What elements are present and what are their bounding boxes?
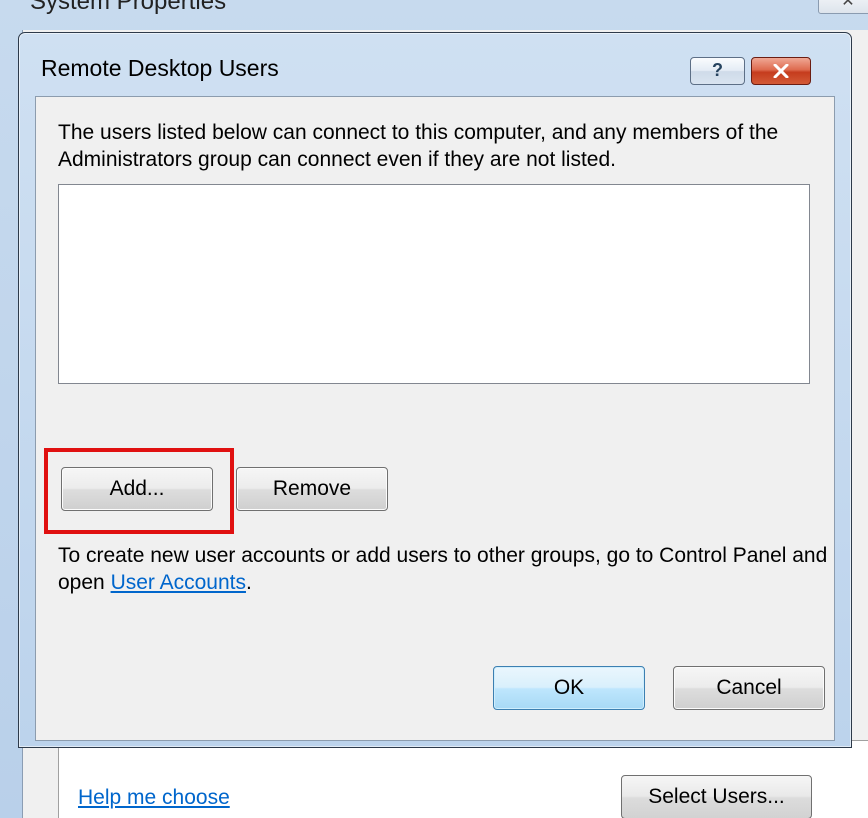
system-properties-close-button[interactable]: ✕ (818, 0, 868, 14)
select-users-button[interactable]: Select Users... (621, 775, 812, 818)
help-me-choose-link[interactable]: Help me choose (78, 786, 230, 810)
user-accounts-info: To create new user accounts or add users… (58, 542, 828, 596)
help-icon: ? (712, 60, 723, 80)
dialog-client-area: The users listed below can connect to th… (35, 96, 835, 741)
user-accounts-link[interactable]: User Accounts (111, 571, 246, 594)
dialog-title: Remote Desktop Users (41, 55, 279, 81)
remove-button[interactable]: Remove (236, 467, 388, 511)
info-suffix: . (245, 571, 252, 594)
add-button[interactable]: Add... (61, 467, 213, 511)
close-icon: ✕ (841, 0, 855, 10)
dialog-description: The users listed below can connect to th… (58, 121, 779, 171)
close-button[interactable] (751, 57, 811, 85)
cancel-button[interactable]: Cancel (673, 666, 825, 710)
ok-button[interactable]: OK (493, 666, 645, 710)
close-icon (773, 64, 789, 78)
users-listbox[interactable] (58, 184, 810, 384)
help-button[interactable]: ? (690, 57, 745, 85)
remote-desktop-users-dialog: Remote Desktop Users ? The users listed … (18, 32, 852, 748)
system-properties-title: System Properties (30, 0, 227, 15)
